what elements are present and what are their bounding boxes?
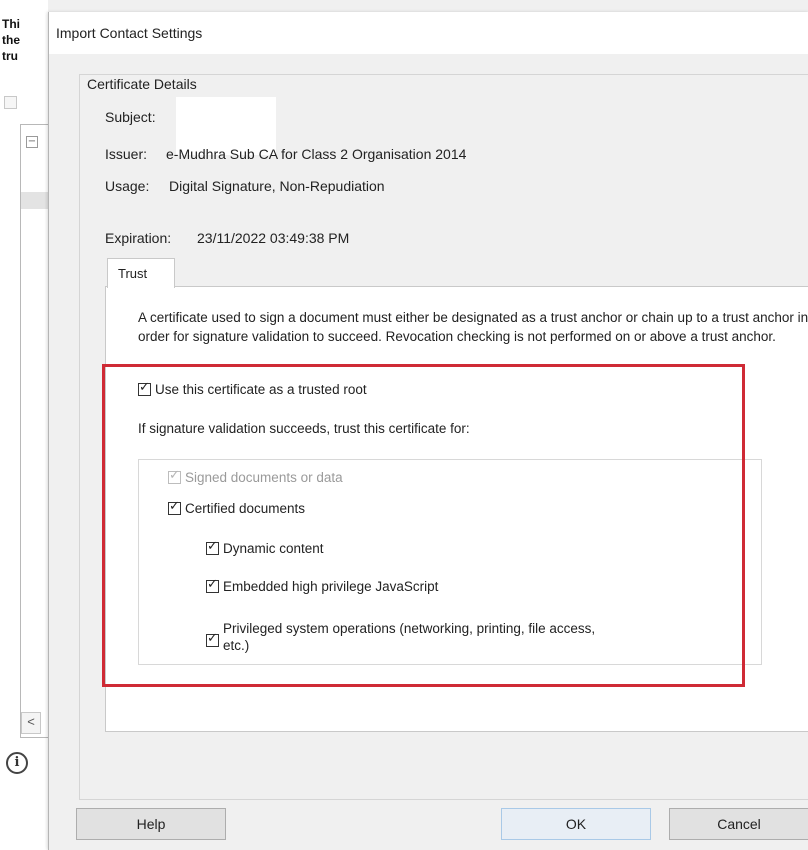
background-text-line-1: Thi — [2, 17, 20, 31]
dialog-titlebar[interactable]: Import Contact Settings — [49, 12, 808, 54]
background-selected-row[interactable] — [21, 192, 48, 209]
usage-value: Digital Signature, Non-Repudiation — [169, 178, 385, 194]
expiration-label: Expiration: — [105, 230, 172, 246]
help-button[interactable]: Help — [76, 808, 226, 840]
tab-trust[interactable]: Trust — [107, 258, 175, 288]
usage-label: Usage: — [105, 178, 150, 194]
background-tree-panel[interactable] — [20, 124, 49, 738]
annotation-highlight-box — [102, 364, 745, 687]
dialog-title: Import Contact Settings — [56, 25, 203, 41]
collapse-icon[interactable]: − — [26, 136, 38, 148]
expiration-value: 23/11/2022 03:49:38 PM — [197, 230, 350, 246]
scroll-left-button[interactable]: < — [21, 712, 41, 734]
issuer-value: e-Mudhra Sub CA for Class 2 Organisation… — [166, 146, 467, 162]
ok-button[interactable]: OK — [501, 808, 651, 840]
background-text-line-2: the — [2, 33, 20, 47]
issuer-label: Issuer: — [105, 146, 148, 162]
subject-label: Subject: — [105, 109, 156, 125]
import-contact-settings-dialog: Import Contact Settings Certificate Deta… — [48, 12, 808, 850]
background-checkbox[interactable] — [4, 96, 17, 109]
background-text-line-3: tru — [2, 49, 18, 63]
cancel-button[interactable]: Cancel — [669, 808, 808, 840]
background-window: Thi the tru − < i — [0, 0, 49, 850]
trust-description: A certificate used to sign a document mu… — [138, 310, 808, 344]
info-icon[interactable]: i — [6, 752, 28, 774]
certificate-details-label: Certificate Details — [83, 76, 201, 92]
